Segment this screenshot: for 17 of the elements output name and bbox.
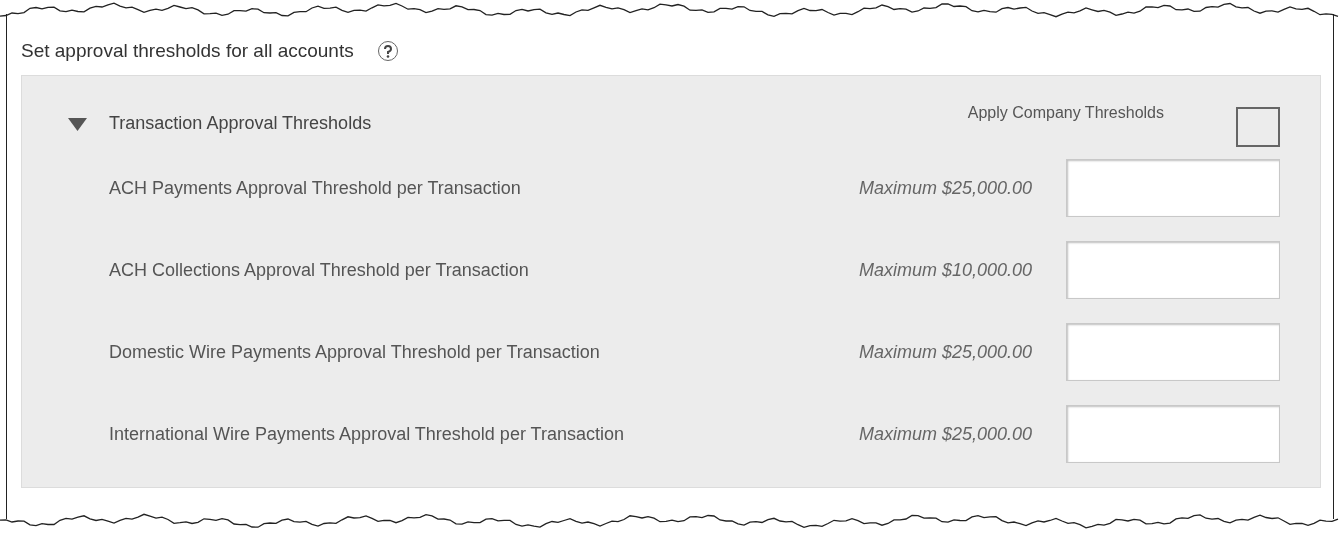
maximum-hint: Maximum $25,000.00 [858, 177, 1032, 199]
maximum-hint: Maximum $25,000.00 [858, 423, 1032, 445]
collapse-toggle[interactable] [66, 116, 89, 132]
apply-checkbox[interactable] [1236, 107, 1280, 147]
amount-field[interactable] [1066, 159, 1280, 217]
section-title: Set approval thresholds for all accounts [21, 40, 354, 62]
maximum-hint: Maximum $10,000.00 [858, 259, 1032, 281]
amount-field[interactable] [1066, 405, 1280, 463]
group-heading: Transaction Approval Thresholds [109, 113, 373, 134]
threshold-label: Domestic Wire Payments Approval Threshold per Transaction [109, 341, 601, 363]
checkbox-label: Apply Company Thresholds [967, 104, 1164, 122]
maximum-hint: Maximum $25,000.00 [858, 341, 1032, 363]
threshold-label: ACH Payments Approval Threshold per Transaction [109, 177, 522, 199]
amount-field[interactable] [1066, 241, 1280, 299]
threshold-label: International Wire Payments Approval Threshold per Transaction [109, 423, 625, 445]
threshold-label: ACH Collections Approval Threshold per Transaction [109, 259, 530, 281]
amount-field[interactable] [1066, 323, 1280, 381]
